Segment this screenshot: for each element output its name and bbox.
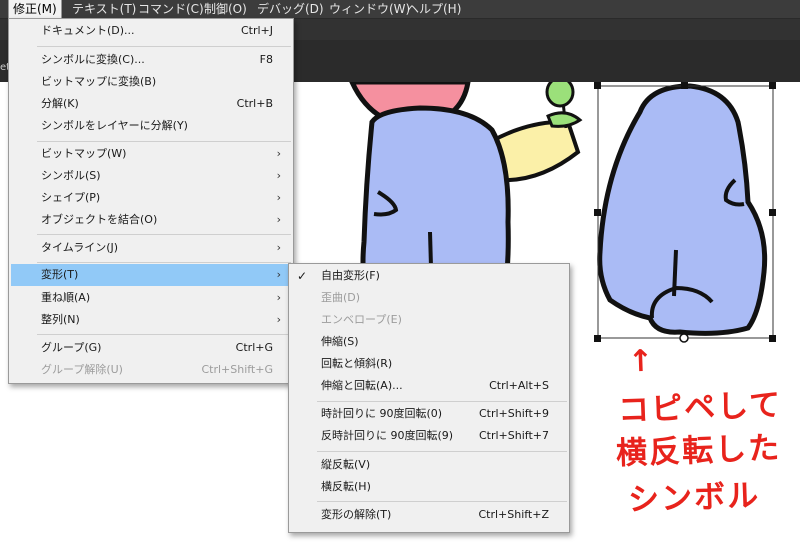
menu-item-remove-transform[interactable]: 変形の解除(T) Ctrl+Shift+Z bbox=[289, 504, 569, 526]
menu-item-arrange[interactable]: 重ね順(A) › bbox=[9, 287, 293, 309]
menu-separator bbox=[37, 234, 291, 235]
menu-item-document[interactable]: ドキュメント(D)... Ctrl+J bbox=[9, 20, 293, 42]
menu-window[interactable]: ウィンドウ(W) bbox=[325, 0, 414, 18]
menu-control[interactable]: 制御(O) bbox=[200, 0, 251, 18]
menu-separator bbox=[37, 46, 291, 47]
submenu-arrow-icon: › bbox=[276, 169, 281, 182]
menu-item-envelope[interactable]: エンベロープ(E) bbox=[289, 309, 569, 331]
menu-item-bitmap[interactable]: ビットマップ(W) › bbox=[9, 143, 293, 165]
menu-item-break-apart[interactable]: 分解(K) Ctrl+B bbox=[9, 93, 293, 115]
annotation-line-3: シンボル bbox=[627, 477, 761, 519]
menu-item-rotate-skew[interactable]: 回転と傾斜(R) bbox=[289, 353, 569, 375]
menu-commands[interactable]: コマンド(C) bbox=[134, 0, 208, 18]
annotation-line-2: 横反転した bbox=[615, 430, 782, 472]
menu-help[interactable]: ヘルプ(H) bbox=[403, 0, 465, 18]
menu-item-distribute-symbol-to-layers[interactable]: シンボルをレイヤーに分解(Y) bbox=[9, 115, 293, 137]
menu-separator bbox=[37, 141, 291, 142]
menu-separator bbox=[37, 334, 291, 335]
menu-item-flip-horizontal[interactable]: 横反転(H) bbox=[289, 476, 569, 498]
menu-item-rotate-ccw[interactable]: 反時計回りに 90度回転(9) Ctrl+Shift+7 bbox=[289, 425, 569, 447]
lollipop bbox=[545, 82, 575, 108]
menu-bar: 修正(M) テキスト(T) コマンド(C) 制御(O) デバッグ(D) ウィンド… bbox=[0, 0, 800, 18]
menu-separator bbox=[37, 262, 291, 263]
menu-item-convert-to-symbol[interactable]: シンボルに変換(C)... F8 bbox=[9, 49, 293, 71]
submenu-arrow-icon: › bbox=[276, 291, 281, 304]
menu-separator bbox=[317, 451, 567, 452]
menu-modify[interactable]: 修正(M) bbox=[8, 0, 62, 18]
submenu-arrow-icon: › bbox=[276, 191, 281, 204]
menu-item-flip-vertical[interactable]: 縦反転(V) bbox=[289, 454, 569, 476]
menu-item-shape[interactable]: シェイプ(P) › bbox=[9, 187, 293, 209]
menu-item-transform[interactable]: 変形(T) › bbox=[11, 264, 291, 286]
menu-item-distort[interactable]: 歪曲(D) bbox=[289, 287, 569, 309]
menu-item-group[interactable]: グループ(G) Ctrl+G bbox=[9, 337, 293, 359]
menu-separator bbox=[317, 401, 567, 402]
menu-item-scale-rotate[interactable]: 伸縮と回転(A)... Ctrl+Alt+S bbox=[289, 375, 569, 397]
menu-item-scale[interactable]: 伸縮(S) bbox=[289, 331, 569, 353]
menu-item-convert-to-bitmap[interactable]: ビットマップに変換(B) bbox=[9, 71, 293, 93]
menu-debug[interactable]: デバッグ(D) bbox=[253, 0, 328, 18]
submenu-arrow-icon: › bbox=[276, 213, 281, 226]
menu-item-free-transform[interactable]: ✓ 自由変形(F) bbox=[289, 265, 569, 287]
menu-separator bbox=[317, 501, 567, 502]
checkmark-icon: ✓ bbox=[297, 269, 308, 283]
modify-menu: ドキュメント(D)... Ctrl+J シンボルに変換(C)... F8 ビットマッ… bbox=[8, 18, 294, 384]
submenu-arrow-icon: › bbox=[276, 313, 281, 326]
menu-item-combine-objects[interactable]: オブジェクトを結合(O) › bbox=[9, 209, 293, 231]
menu-item-rotate-cw[interactable]: 時計回りに 90度回転(0) Ctrl+Shift+9 bbox=[289, 403, 569, 425]
menu-item-align[interactable]: 整列(N) › bbox=[9, 309, 293, 331]
submenu-arrow-icon: › bbox=[276, 147, 281, 160]
transform-submenu: ✓ 自由変形(F) 歪曲(D) エンベロープ(E) 伸縮(S) 回転と傾斜(R)… bbox=[288, 263, 570, 533]
menu-text[interactable]: テキスト(T) bbox=[68, 0, 140, 18]
submenu-arrow-icon: › bbox=[276, 241, 281, 254]
mirrored-symbol bbox=[597, 83, 768, 336]
submenu-arrow-icon: › bbox=[276, 268, 281, 281]
menu-item-timeline[interactable]: タイムライン(J) › bbox=[9, 237, 293, 259]
annotation-arrow: ↑ bbox=[627, 343, 656, 380]
menu-item-symbol[interactable]: シンボル(S) › bbox=[9, 165, 293, 187]
menu-item-ungroup[interactable]: グループ解除(U) Ctrl+Shift+G bbox=[9, 359, 293, 381]
